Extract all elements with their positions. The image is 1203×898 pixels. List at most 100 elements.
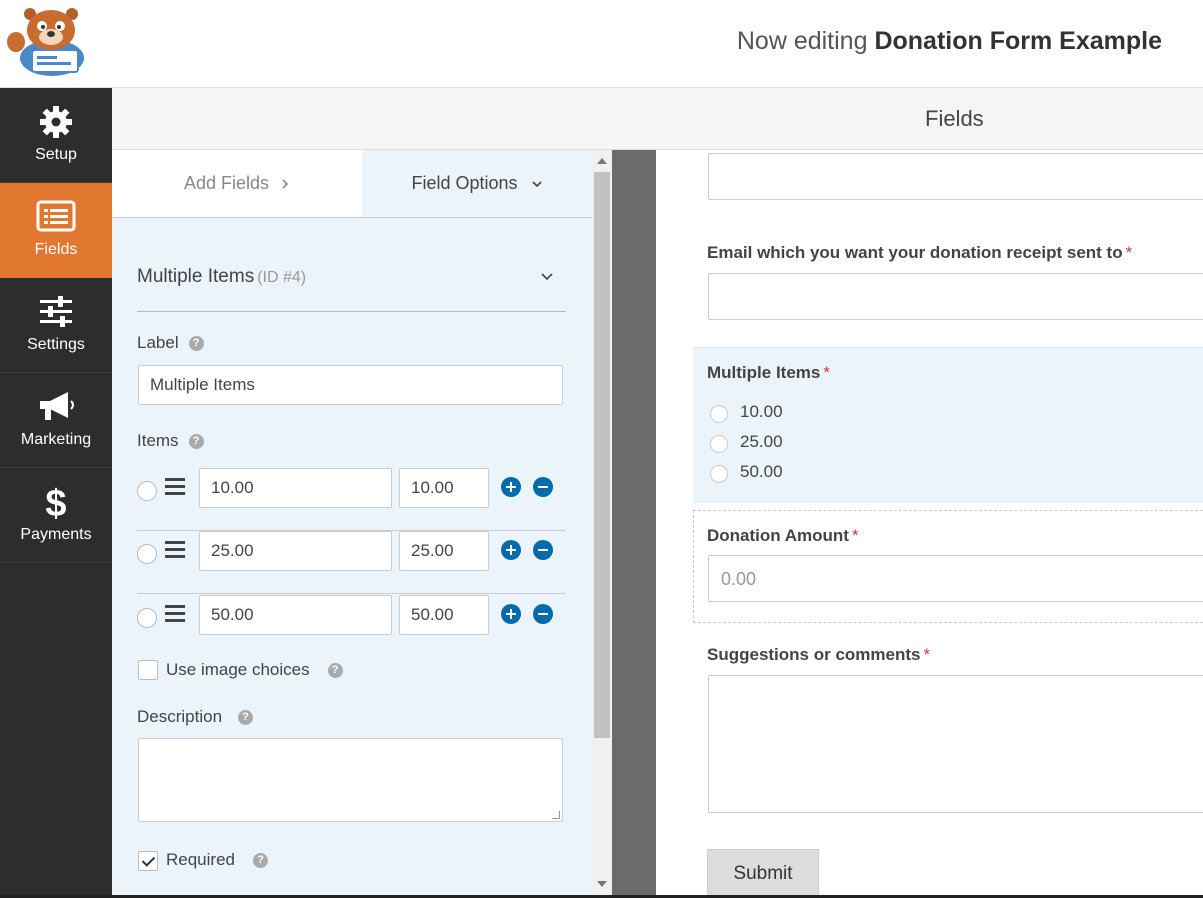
help-icon[interactable]: ? [238, 710, 254, 726]
donation-amount-field[interactable]: 0.00 [708, 555, 1203, 602]
label-heading: Label? [137, 333, 204, 353]
chevron-down-icon[interactable] [540, 270, 554, 284]
sidebar-item-payments[interactable]: $ Payments [0, 468, 112, 563]
preview-choice-label: 25.00 [740, 432, 783, 451]
panel-tabs: Add Fields Field Options [112, 150, 592, 218]
wpforms-bear-logo-icon [7, 8, 84, 76]
scroll-up-arrow-icon[interactable] [597, 158, 607, 164]
choice-row: 50.00 50.00 [137, 595, 566, 658]
svg-text:$: $ [45, 484, 66, 520]
label-input[interactable]: Multiple Items [138, 365, 563, 405]
field-group-title: Multiple Items (ID #4) [137, 266, 306, 288]
required-asterisk: * [823, 363, 830, 382]
choice-row: 25.00 25.00 [137, 531, 566, 594]
choice-name-input[interactable]: 25.00 [199, 531, 392, 571]
help-icon[interactable]: ? [327, 663, 343, 679]
choice-row: 10.00 10.00 [137, 468, 566, 531]
use-image-choices-checkbox[interactable] [138, 660, 158, 680]
preview-choice-label: 10.00 [740, 402, 783, 421]
form-name: Donation Form Example [874, 27, 1162, 55]
description-heading-text: Description [137, 707, 223, 726]
panel-scrollbar[interactable] [592, 150, 612, 895]
default-choice-radio[interactable] [137, 481, 157, 501]
description-textarea[interactable] [138, 738, 563, 822]
chevron-down-icon [531, 181, 542, 188]
choice-name-input[interactable]: 50.00 [199, 595, 392, 635]
email-field-label: Email which you want your donation recei… [707, 243, 1132, 263]
items-heading-text: Items [137, 431, 179, 450]
preview-choice-radio[interactable] [710, 405, 728, 423]
tab-field-options-label: Field Options [411, 173, 518, 193]
field-group-header[interactable]: Multiple Items (ID #4) [137, 266, 566, 312]
sidebar-item-label: Settings [27, 336, 85, 353]
drag-handle-icon[interactable] [165, 605, 185, 623]
required-asterisk: * [923, 645, 931, 664]
page-title: Fields [925, 106, 984, 131]
scrollbar-thumb[interactable] [594, 172, 610, 738]
field-group-name: Multiple Items [137, 266, 255, 287]
add-choice-icon[interactable] [501, 477, 521, 497]
dollar-icon: $ [45, 484, 66, 520]
donation-amount-label: Donation Amount * [707, 526, 859, 546]
sidebar-item-setup[interactable]: Setup [0, 88, 112, 183]
drag-handle-icon[interactable] [165, 541, 185, 559]
use-image-choices-label: Use image choices? [166, 660, 343, 680]
choice-value-input[interactable]: 25.00 [399, 531, 489, 571]
help-icon[interactable]: ? [188, 336, 204, 352]
preview-text-field[interactable] [708, 153, 1203, 200]
choice-name-input[interactable]: 10.00 [199, 468, 392, 508]
preview-choice-radio[interactable] [710, 465, 728, 483]
choice-value-input[interactable]: 10.00 [399, 468, 489, 508]
help-icon[interactable]: ? [253, 853, 268, 869]
sidebar-item-label: Fields [34, 241, 78, 258]
required-text: Required [166, 850, 235, 869]
items-heading: Items? [137, 431, 204, 451]
email-field[interactable] [708, 273, 1203, 320]
tab-field-options[interactable]: Field Options [362, 150, 592, 217]
chevron-right-icon [282, 179, 289, 189]
sidebar-item-settings[interactable]: Settings [0, 278, 112, 373]
required-checkbox[interactable] [138, 851, 158, 871]
preview-choice-radio[interactable] [710, 435, 728, 453]
multiple-items-label-text: Multiple Items [707, 363, 821, 382]
remove-choice-icon[interactable] [533, 540, 553, 560]
add-choice-icon[interactable] [501, 604, 521, 624]
tab-add-fields-label: Add Fields [183, 173, 270, 193]
comments-textarea[interactable] [708, 675, 1203, 813]
default-choice-radio[interactable] [137, 608, 157, 628]
form-preview: Email which you want your donation recei… [656, 150, 1203, 895]
now-editing-title: Now editing Donation Form Example [737, 27, 1162, 56]
comments-label-text: Suggestions or comments [707, 645, 921, 664]
field-id: (ID #4) [257, 269, 307, 286]
required-asterisk: * [1125, 243, 1133, 262]
email-label-text: Email which you want your donation recei… [707, 243, 1123, 262]
donation-label-text: Donation Amount [707, 526, 849, 545]
remove-choice-icon[interactable] [533, 604, 553, 624]
submit-button[interactable]: Submit [707, 849, 819, 895]
comments-label: Suggestions or comments * [707, 645, 930, 665]
tab-add-fields[interactable]: Add Fields [112, 150, 362, 217]
sidebar-item-label: Marketing [20, 431, 92, 448]
remove-choice-icon[interactable] [533, 477, 553, 497]
drag-handle-icon[interactable] [165, 478, 185, 496]
sidebar-item-marketing[interactable]: Marketing [0, 373, 112, 468]
megaphone-icon [40, 392, 74, 420]
sidebar-item-label: Payments [20, 526, 92, 543]
preview-gutter [612, 150, 656, 895]
multiple-items-label: Multiple Items * [707, 363, 830, 383]
description-heading: Description? [137, 707, 254, 727]
help-icon[interactable]: ? [188, 434, 204, 450]
required-label: Required? [166, 850, 268, 870]
scroll-down-arrow-icon[interactable] [597, 881, 607, 887]
fields-title-bar: Fields [112, 88, 1203, 150]
preview-choice-label: 50.00 [740, 462, 783, 481]
resize-handle-icon[interactable] [552, 811, 560, 819]
donation-placeholder: 0.00 [721, 569, 757, 589]
add-choice-icon[interactable] [501, 540, 521, 560]
choice-value-input[interactable]: 50.00 [399, 595, 489, 635]
fields-list-icon [36, 200, 76, 232]
field-options-panel: Add Fields Field Options Multiple Items(… [112, 150, 592, 895]
default-choice-radio[interactable] [137, 544, 157, 564]
sidebar-item-fields[interactable]: Fields [0, 183, 112, 278]
left-sidebar: Setup Fields Settings Marketing $ Paymen… [0, 88, 112, 898]
